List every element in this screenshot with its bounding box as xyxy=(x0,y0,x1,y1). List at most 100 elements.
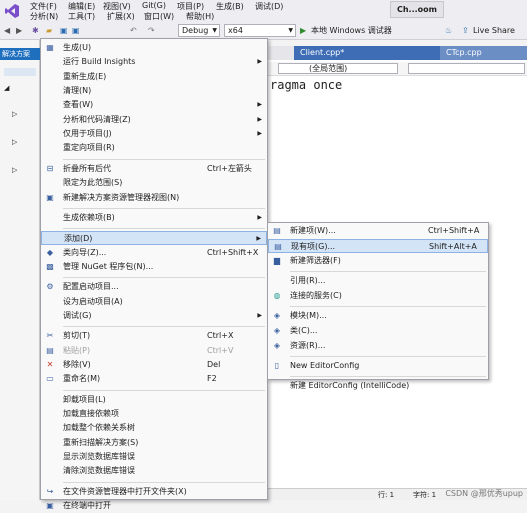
tree-expander-icon[interactable]: ▷ xyxy=(12,110,17,118)
menu-separator xyxy=(63,277,265,279)
menu-item[interactable]: Git(G) xyxy=(142,1,166,10)
menu-item-label: 生成(U) xyxy=(63,43,92,52)
open-folder-icon: ↪ xyxy=(46,486,54,496)
new-project-icon[interactable]: ✱ xyxy=(32,25,39,37)
paste-icon: ▤ xyxy=(46,345,54,355)
save-icon[interactable]: ▣ xyxy=(60,25,68,37)
menu-item-label: 引用(R)... xyxy=(290,276,326,285)
menu-item[interactable]: ✕ 移除(V) Del xyxy=(41,358,267,372)
menu-item-shortcut: Del xyxy=(207,360,221,369)
menu-item-shortcut: Ctrl+V xyxy=(207,345,234,355)
existing-item-icon: ▤ xyxy=(274,242,282,251)
code-line: ragma once xyxy=(270,78,343,92)
tree-expander-icon[interactable]: ▷ xyxy=(12,166,17,174)
menu-item-label: 管理 NuGet 程序包(N)... xyxy=(63,261,154,271)
menu-item[interactable]: ✂ 剪切(T) Ctrl+X xyxy=(41,329,267,343)
menu-item[interactable]: 显示浏览数据库错误 xyxy=(41,450,267,464)
submenu-arrow-icon: ▶ xyxy=(256,235,261,243)
solution-explorer-title: 解决方案 xyxy=(0,48,40,60)
menu-item[interactable]: 卸载项目(L) xyxy=(41,393,267,407)
menu-item-label: 清除浏览数据库错误 xyxy=(63,466,135,476)
menu-item[interactable]: ◈ 资源(R)... xyxy=(268,339,488,353)
menu-item[interactable]: 重新生成(E) xyxy=(41,70,267,84)
menu-item[interactable]: 分析和代码清理(Z) ▶ xyxy=(41,113,267,127)
menu-item[interactable]: ◆ 类向导(Z)... Ctrl+Shift+X xyxy=(41,246,267,260)
menu-item[interactable]: ▦ 生成(U) xyxy=(41,41,267,55)
menu-item[interactable]: 加载整个依赖关系树 xyxy=(41,421,267,435)
menu-item[interactable]: 仅用于项目(J) ▶ xyxy=(41,127,267,141)
menu-item[interactable]: ◈ 类(C)... xyxy=(268,324,488,338)
menu-item[interactable]: 重定向项目(R) xyxy=(41,141,267,155)
editorconfig-icon: ▯ xyxy=(274,361,280,370)
menu-item-label: 重定向项目(R) xyxy=(63,143,115,153)
tree-expander-icon[interactable]: ▷ xyxy=(12,138,17,146)
menu-item[interactable]: 查看(W) ▶ xyxy=(41,98,267,112)
tab-ctcp-cpp[interactable]: CTcp.cpp xyxy=(440,46,527,60)
resource-icon: ◈ xyxy=(273,341,281,350)
scope-value: (全局范围) xyxy=(309,64,348,73)
redo-icon[interactable]: ↷ xyxy=(148,25,155,37)
menu-item[interactable]: ▯ New EditorConfig xyxy=(268,359,488,373)
menu-item[interactable]: 调试(G) ▶ xyxy=(41,309,267,323)
menu-item[interactable]: ▤ 现有项(G)... Shift+Alt+A xyxy=(268,239,488,253)
member-select[interactable] xyxy=(408,63,525,74)
tab-client-cpp[interactable]: Client.cpp* xyxy=(294,46,441,60)
menu-item[interactable]: ▣ 新建解决方案资源管理器视图(N) xyxy=(41,191,267,205)
menu-item[interactable]: 分析(N) xyxy=(30,11,58,22)
menu-item-label: 类向导(Z)... xyxy=(63,247,107,257)
menu-item[interactable]: ↪ 在文件资源管理器中打开文件夹(X) xyxy=(41,485,267,499)
run-debugger-button[interactable]: 本地 Windows 调试器 xyxy=(311,25,392,37)
menu-item[interactable]: 运行 Build Insights ▶ xyxy=(41,55,267,69)
menu-item[interactable]: 清理(N) xyxy=(41,84,267,98)
config-select[interactable]: Debug ▼ xyxy=(178,24,220,37)
forward-icon[interactable]: ▶ xyxy=(16,25,22,37)
menu-item[interactable]: ◍ 连接的服务(C) xyxy=(268,289,488,303)
menu-item[interactable]: 加载直接依赖项 xyxy=(41,407,267,421)
menu-item[interactable]: ⚙ 配置启动项目... xyxy=(41,280,267,294)
menu-item[interactable]: 帮助(H) xyxy=(186,11,214,22)
menu-item[interactable]: 引用(R)... xyxy=(268,274,488,288)
menu-bar: 文件(F) 编辑(E) 视图(V) Git(G) 项目(P) 生成(B) 调试(D) 分析(N… xyxy=(0,0,527,22)
menu-item[interactable]: ▤ 粘贴(P) Ctrl+V xyxy=(41,344,267,358)
menu-item[interactable]: 生成依赖项(B) ▶ xyxy=(41,211,267,225)
menu-item[interactable]: 重新扫描解决方案(S) xyxy=(41,436,267,450)
menu-item[interactable]: 扩展(X) xyxy=(107,11,135,22)
back-icon[interactable]: ◀ xyxy=(4,25,10,37)
menu-item-label: 仅用于项目(J) xyxy=(63,129,112,139)
menu-item[interactable]: 清除浏览数据库错误 xyxy=(41,464,267,478)
collapse-icon: ⊟ xyxy=(46,163,54,173)
menu-item[interactable]: ▤ 新建项(W)... Ctrl+Shift+A xyxy=(268,224,488,238)
column-indicator: 字符: 1 xyxy=(413,491,437,499)
menu-item[interactable]: ▆ 新建筛选器(F) xyxy=(268,254,488,268)
project-context-menu: ▦ 生成(U) 运行 Build Insights ▶ 重新生成(E) 清理(N) 查看(W… xyxy=(40,38,268,510)
undo-icon[interactable]: ↶ xyxy=(130,25,137,37)
scope-select[interactable]: (全局范围) xyxy=(278,63,398,74)
play-icon[interactable]: ▶ xyxy=(300,25,306,37)
submenu-arrow-icon: ▶ xyxy=(257,58,262,66)
menu-item[interactable]: 添加(D) ▶ xyxy=(41,231,267,246)
menu-item[interactable]: 限定为此范围(S) xyxy=(41,176,267,190)
menu-item[interactable]: ⊟ 折叠所有后代 Ctrl+左箭头 xyxy=(41,162,267,176)
menu-item-label: 新建项(W)... xyxy=(290,226,336,235)
tab-label: Client.cpp* xyxy=(300,48,345,57)
menu-item[interactable]: ◈ 模块(M)... xyxy=(268,309,488,323)
menu-item[interactable]: 新建 EditorConfig (IntelliCode) xyxy=(268,379,488,393)
menu-separator xyxy=(290,376,486,377)
open-folder-icon[interactable]: ▰ xyxy=(46,25,52,37)
menu-item[interactable]: ▣ 在终端中打开 xyxy=(41,499,267,513)
menu-item[interactable]: 设为启动项目(A) xyxy=(41,295,267,309)
menu-item[interactable]: 工具(T) xyxy=(68,11,95,22)
menu-item[interactable]: 调试(D) xyxy=(255,1,283,12)
platform-select[interactable]: x64 ▼ xyxy=(224,24,296,37)
search-solution-input[interactable] xyxy=(4,68,36,76)
menu-item[interactable]: 窗口(W) xyxy=(144,11,174,22)
menu-item[interactable]: ▭ 重命名(M) F2 xyxy=(41,372,267,386)
menu-item[interactable]: ▩ 管理 NuGet 程序包(N)... xyxy=(41,260,267,274)
new-item-icon: ▤ xyxy=(273,226,281,235)
save-all-icon[interactable]: ▣ xyxy=(72,25,80,37)
fire-icon[interactable]: ♨ xyxy=(445,25,452,37)
live-share-icon[interactable]: ⇪ xyxy=(462,25,469,37)
live-share-button[interactable]: Live Share xyxy=(473,25,515,37)
menu-item[interactable]: 生成(B) xyxy=(216,1,244,12)
tree-expander-icon[interactable]: ◢ xyxy=(4,84,9,92)
